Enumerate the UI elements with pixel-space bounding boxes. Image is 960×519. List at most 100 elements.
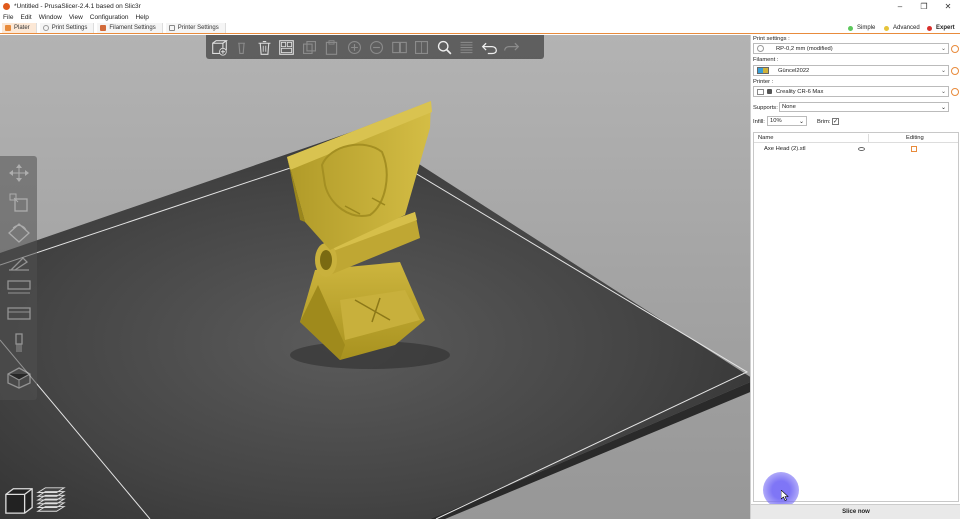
brim-checkbox[interactable]: ✓ <box>832 118 839 125</box>
print-settings-edit-icon[interactable] <box>951 45 959 53</box>
mode-simple[interactable]: Simple <box>848 23 875 33</box>
menu-help[interactable]: Help <box>135 14 148 21</box>
paste-icon <box>325 39 338 55</box>
split-parts-button[interactable] <box>412 37 432 57</box>
add-instance-button[interactable] <box>344 37 364 57</box>
redo-icon <box>504 42 520 51</box>
filament-color-swatch[interactable] <box>757 67 769 74</box>
3d-view-toggle[interactable] <box>3 484 35 516</box>
hollow-icon <box>6 307 31 320</box>
printer-icon <box>168 24 175 31</box>
slice-now-button[interactable]: Slice now <box>751 504 960 519</box>
scale-button[interactable] <box>3 191 34 215</box>
menu-bar: File Edit Window View Configuration Help <box>0 12 960 22</box>
layers-editing-icon <box>460 41 473 53</box>
remove-instance-icon <box>369 40 384 54</box>
support-paint-button[interactable] <box>3 331 34 355</box>
infill-combo[interactable]: 10% ⌄ <box>767 116 807 126</box>
paste-button[interactable] <box>322 37 342 57</box>
chevron-down-icon: ⌄ <box>940 89 946 95</box>
rotate-icon <box>7 223 30 243</box>
object-list[interactable]: Name Editing Axe Head (2).stl <box>753 132 959 502</box>
advanced-mode-dot-icon <box>884 25 889 31</box>
cube-3d-view-icon <box>5 488 33 514</box>
support-paint-icon <box>14 333 23 352</box>
top-toolbar <box>206 35 544 59</box>
close-button[interactable]: ✕ <box>936 0 960 12</box>
lock-icon <box>767 89 772 94</box>
cut-button[interactable] <box>3 276 34 300</box>
menu-configuration[interactable]: Configuration <box>90 14 129 21</box>
tab-printer-settings[interactable]: Printer Settings <box>165 22 226 33</box>
print-settings-gear-icon <box>757 45 764 52</box>
place-on-face-icon <box>8 257 29 271</box>
tab-filament-settings[interactable]: Filament Settings <box>97 22 163 33</box>
copy-button[interactable] <box>299 37 319 57</box>
add-button[interactable] <box>209 37 229 57</box>
column-divider <box>868 133 869 142</box>
filament-edit-icon[interactable] <box>951 67 959 75</box>
add-icon <box>211 39 228 56</box>
search-button[interactable] <box>434 37 454 57</box>
delete-all-button[interactable] <box>254 37 274 57</box>
menu-window[interactable]: Window <box>39 14 62 21</box>
menu-file[interactable]: File <box>3 14 13 21</box>
window-controls: – ❐ ✕ <box>888 0 960 12</box>
filament-combo[interactable]: Güncel2022 ⌄ <box>753 65 949 76</box>
preview-toggle[interactable] <box>35 484 67 516</box>
chevron-down-icon: ⌄ <box>940 68 946 74</box>
title-bar: *Untitled - PrusaSlicer-2.4.1 based on S… <box>0 0 960 12</box>
printer-edit-icon[interactable] <box>951 88 959 96</box>
redo-button[interactable] <box>502 37 522 57</box>
edit-settings-icon[interactable] <box>911 146 917 152</box>
menu-edit[interactable]: Edit <box>20 14 31 21</box>
place-on-face-button[interactable] <box>3 251 34 275</box>
left-gizmo-toolbar <box>0 156 37 400</box>
tab-label: Plater <box>14 24 30 31</box>
tab-plater[interactable]: Plater <box>2 22 37 33</box>
printer-value: Creality CR-6 Max <box>776 88 824 95</box>
seam-paint-button[interactable] <box>3 366 34 390</box>
name-column-header: Name <box>758 134 774 141</box>
tab-print-settings[interactable]: Print Settings <box>39 22 95 33</box>
filament-value: Güncel2022 <box>778 67 810 74</box>
tab-label: Filament Settings <box>109 24 156 31</box>
restore-button[interactable]: ❐ <box>912 0 936 12</box>
tabs-bar: Plater Print Settings Filament Settings … <box>0 22 960 34</box>
printer-combo[interactable]: Creality CR-6 Max ⌄ <box>753 86 949 97</box>
print-settings-label: Print settings : <box>753 36 790 42</box>
mode-advanced[interactable]: Advanced <box>884 23 920 33</box>
mode-label: Simple <box>857 25 876 31</box>
layers-preview-icon <box>36 487 66 512</box>
undo-button[interactable] <box>479 37 499 57</box>
arrange-button[interactable] <box>277 37 297 57</box>
search-icon <box>437 40 451 54</box>
move-button[interactable] <box>3 161 34 185</box>
chevron-down-icon: ⌄ <box>798 118 804 125</box>
split-objects-button[interactable] <box>389 37 409 57</box>
object-list-header: Name Editing <box>754 133 958 143</box>
menu-view[interactable]: View <box>69 14 83 21</box>
hollow-button[interactable] <box>3 301 34 325</box>
3d-viewport[interactable] <box>0 35 750 519</box>
printer-icon <box>757 88 764 95</box>
scale-icon <box>9 193 28 212</box>
delete-icon <box>238 42 245 54</box>
print-settings-combo[interactable]: RP-0,2 mm (modified) ⌄ <box>753 43 949 54</box>
supports-label: Supports: <box>753 105 778 111</box>
delete-all-icon <box>258 40 270 55</box>
eye-visibility-icon[interactable] <box>858 147 865 151</box>
cut-icon <box>6 280 31 294</box>
delete-button[interactable] <box>232 37 252 57</box>
copy-icon <box>302 40 316 54</box>
rotate-button[interactable] <box>3 221 34 245</box>
layers-editing-button[interactable] <box>457 37 477 57</box>
arrange-icon <box>279 39 294 55</box>
infill-label: Infill: <box>753 119 765 125</box>
mode-expert[interactable]: Expert <box>927 23 955 33</box>
list-item[interactable]: Axe Head (2).stl <box>754 144 958 154</box>
window-title: *Untitled - PrusaSlicer-2.4.1 based on S… <box>14 2 141 10</box>
minimize-button[interactable]: – <box>888 0 912 12</box>
supports-combo[interactable]: None ⌄ <box>779 102 949 112</box>
remove-instance-button[interactable] <box>367 37 387 57</box>
